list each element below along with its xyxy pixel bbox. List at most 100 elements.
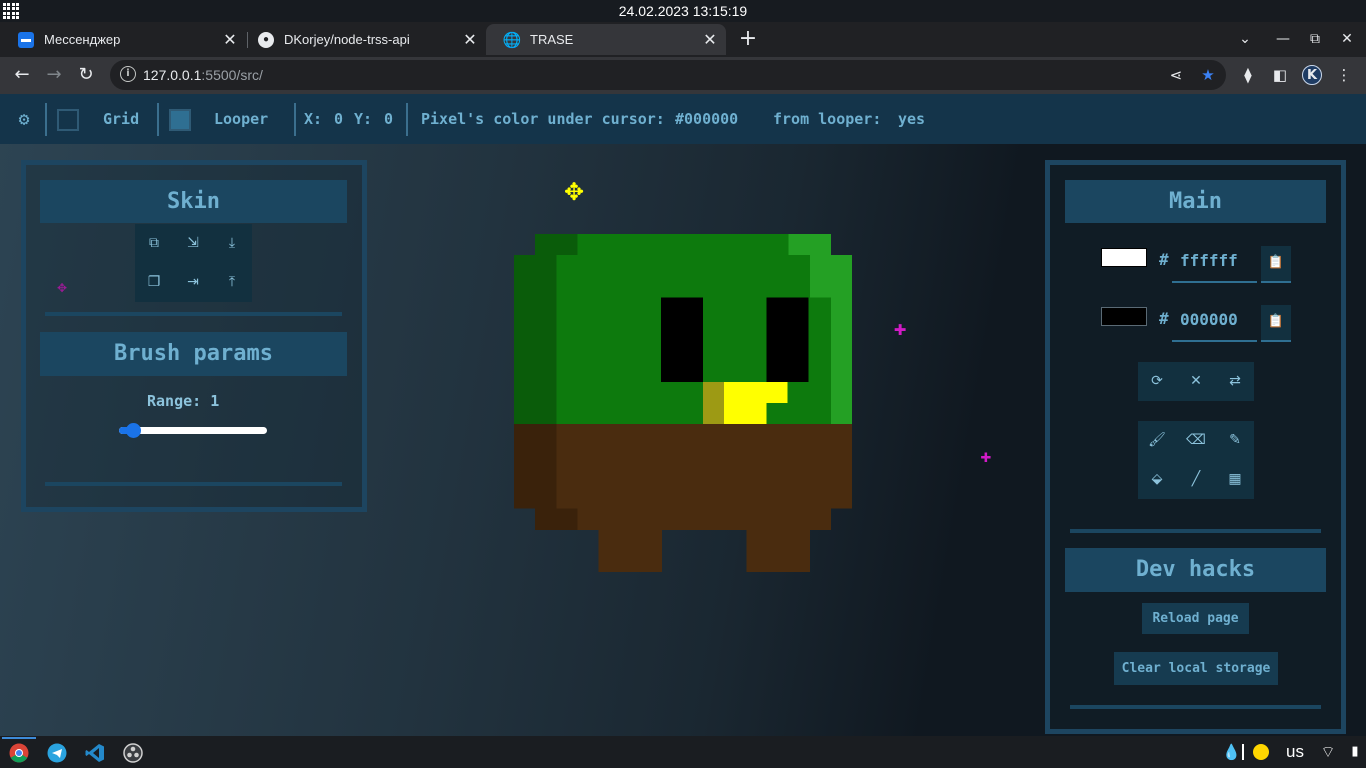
- stamp-tool-icon[interactable]: ▦: [1216, 460, 1254, 499]
- primary-color-input[interactable]: ffffff: [1172, 246, 1257, 283]
- os-clock: 24.02.2023 13:15:19: [618, 3, 748, 19]
- panel-divider: [45, 482, 342, 486]
- tab-messenger[interactable]: ▬ Мессенджер ✕: [0, 24, 246, 55]
- url-host: 127.0.0.1: [143, 67, 202, 83]
- copy-skin-icon[interactable]: ⧉: [135, 224, 173, 263]
- close-tab-icon[interactable]: ✕: [460, 30, 480, 50]
- upload-skin-icon[interactable]: ⤒: [213, 263, 251, 302]
- body-shadow-pixel: [514, 424, 557, 509]
- bar-divider: [157, 103, 159, 136]
- brush-tool-icon[interactable]: 🖌: [1138, 421, 1176, 460]
- looper-label: Looper: [214, 110, 269, 128]
- settings-gear-icon[interactable]: ⚙: [14, 94, 34, 144]
- magenta-marker-icon: ✚: [893, 321, 907, 339]
- profile-avatar[interactable]: K: [1302, 65, 1322, 85]
- tray-divider: [1242, 744, 1244, 760]
- close-window-button[interactable]: ✕: [1334, 28, 1360, 50]
- beak-pixel: [724, 403, 767, 425]
- close-tab-icon[interactable]: ✕: [220, 30, 240, 50]
- body-pixel: [535, 508, 831, 530]
- url-path: :5500/src/: [201, 67, 263, 83]
- obs-logo-icon: [123, 743, 143, 763]
- back-button[interactable]: ←: [8, 62, 36, 88]
- clear-colors-icon[interactable]: ✕: [1177, 362, 1215, 401]
- range-slider-track[interactable]: [119, 427, 267, 434]
- magenta-marker-icon: ✚: [980, 451, 992, 466]
- primary-color-swatch[interactable]: [1101, 248, 1147, 267]
- forward-button[interactable]: →: [40, 62, 68, 88]
- close-tab-icon[interactable]: ✕: [700, 30, 720, 50]
- url-text[interactable]: 127.0.0.1:5500/src/: [143, 66, 263, 84]
- reset-colors-icon[interactable]: ⟳: [1138, 362, 1176, 401]
- dev-panel-title: Dev hacks: [1065, 548, 1326, 592]
- x-label: X:: [304, 110, 323, 128]
- tab-github[interactable]: ● DKorjey/node-trss-api ✕: [240, 24, 486, 55]
- telegram-logo-icon: [47, 743, 67, 763]
- tab-search-icon[interactable]: ⌄: [1232, 28, 1258, 50]
- y-value: 0: [384, 110, 394, 128]
- keyboard-layout[interactable]: us: [1286, 742, 1304, 762]
- share-icon[interactable]: ⋖: [1166, 65, 1186, 85]
- status-indicator-icon[interactable]: [1253, 744, 1269, 760]
- paste-skin-icon[interactable]: ⇲: [174, 224, 212, 263]
- eraser-tool-icon[interactable]: ⌫: [1177, 421, 1215, 460]
- eyedropper-tool-icon[interactable]: ✎: [1216, 421, 1254, 460]
- droplet-icon[interactable]: 💧: [1222, 743, 1241, 761]
- tab-title: Мессенджер: [44, 32, 121, 47]
- chrome-logo-icon: [9, 743, 29, 763]
- tab-trase[interactable]: 🌐 TRASE ✕: [486, 24, 726, 55]
- extensions-icon[interactable]: ⧫: [1238, 65, 1258, 85]
- clone-skin-icon[interactable]: ❐: [135, 263, 173, 302]
- clear-local-storage-button[interactable]: Clear local storage: [1114, 652, 1278, 685]
- head-shadow-pixel: [535, 234, 578, 256]
- panel-divider: [1070, 529, 1321, 533]
- chrome-taskbar-icon[interactable]: [1, 738, 37, 768]
- bookmark-star-icon[interactable]: ★: [1198, 65, 1218, 85]
- address-bar[interactable]: [110, 60, 1226, 90]
- grid-checkbox[interactable]: [57, 109, 79, 131]
- body-pixel: [514, 424, 852, 509]
- tab-title: DKorjey/node-trss-api: [284, 32, 410, 47]
- x-value: 0: [334, 110, 344, 128]
- maximize-button[interactable]: ⧉: [1302, 28, 1328, 50]
- looper-checkbox[interactable]: [169, 109, 191, 131]
- telegram-taskbar-icon[interactable]: [39, 738, 75, 768]
- secondary-color-input[interactable]: 000000: [1172, 305, 1257, 342]
- vscode-taskbar-icon[interactable]: [77, 738, 113, 768]
- grid-label: Grid: [103, 110, 140, 128]
- skin-canvas[interactable]: [514, 234, 852, 572]
- from-looper-label: from looper:: [773, 110, 882, 128]
- new-tab-button[interactable]: +: [736, 27, 760, 51]
- bar-divider: [294, 103, 296, 136]
- power-icon[interactable]: ▮: [1348, 744, 1362, 760]
- head-shadow-pixel: [514, 255, 557, 425]
- range-label-text: Range:: [147, 392, 202, 410]
- reload-page-button[interactable]: Reload page: [1142, 603, 1249, 634]
- left-eye-pixel: [660, 297, 704, 382]
- side-panel-icon[interactable]: ◧: [1270, 65, 1290, 85]
- minimize-button[interactable]: —: [1270, 28, 1296, 50]
- globe-icon: 🌐: [502, 31, 522, 49]
- secondary-clipboard-icon[interactable]: 📋: [1261, 305, 1291, 342]
- secondary-color-swatch[interactable]: [1101, 307, 1147, 326]
- primary-clipboard-icon[interactable]: 📋: [1261, 246, 1291, 283]
- swap-colors-icon[interactable]: ⇄: [1216, 362, 1254, 401]
- right-eye-pixel: [766, 297, 809, 382]
- right-foot-pixel: [746, 529, 810, 572]
- fill-tool-icon[interactable]: ⬙: [1138, 460, 1176, 499]
- download-skin-icon[interactable]: ⤓: [213, 224, 251, 263]
- line-tool-icon[interactable]: ╱: [1177, 460, 1215, 499]
- obs-taskbar-icon[interactable]: [115, 738, 151, 768]
- wifi-icon[interactable]: ⌔: [1317, 742, 1339, 762]
- export-skin-icon[interactable]: ⇥: [174, 263, 212, 302]
- messenger-icon: ▬: [18, 31, 34, 48]
- bar-divider: [406, 103, 408, 136]
- range-slider-thumb[interactable]: [126, 423, 141, 438]
- secondary-hash-label: #: [1159, 309, 1169, 328]
- site-info-icon[interactable]: i: [120, 66, 136, 82]
- github-icon: ●: [258, 31, 274, 48]
- reload-button[interactable]: ↻: [72, 62, 100, 88]
- yellow-cursor-marker-icon: ✥: [563, 178, 585, 206]
- beak-shadow-pixel: [703, 381, 725, 425]
- menu-icon[interactable]: ⋮: [1334, 65, 1354, 85]
